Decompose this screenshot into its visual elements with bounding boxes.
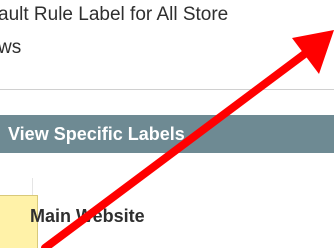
store-view-content: Main Website bbox=[0, 153, 334, 248]
default-label-area: ault Rule Label for All Store ws bbox=[0, 0, 334, 89]
default-rule-label-description: ault Rule Label for All Store ws bbox=[0, 4, 229, 58]
section-spacing bbox=[0, 90, 334, 115]
view-specific-labels-header[interactable]: View Specific Labels bbox=[0, 115, 334, 153]
main-website-label: Main Website bbox=[30, 206, 145, 226]
page: ault Rule Label for All Store ws View Sp… bbox=[0, 0, 334, 248]
section-title: View Specific Labels bbox=[8, 124, 185, 144]
